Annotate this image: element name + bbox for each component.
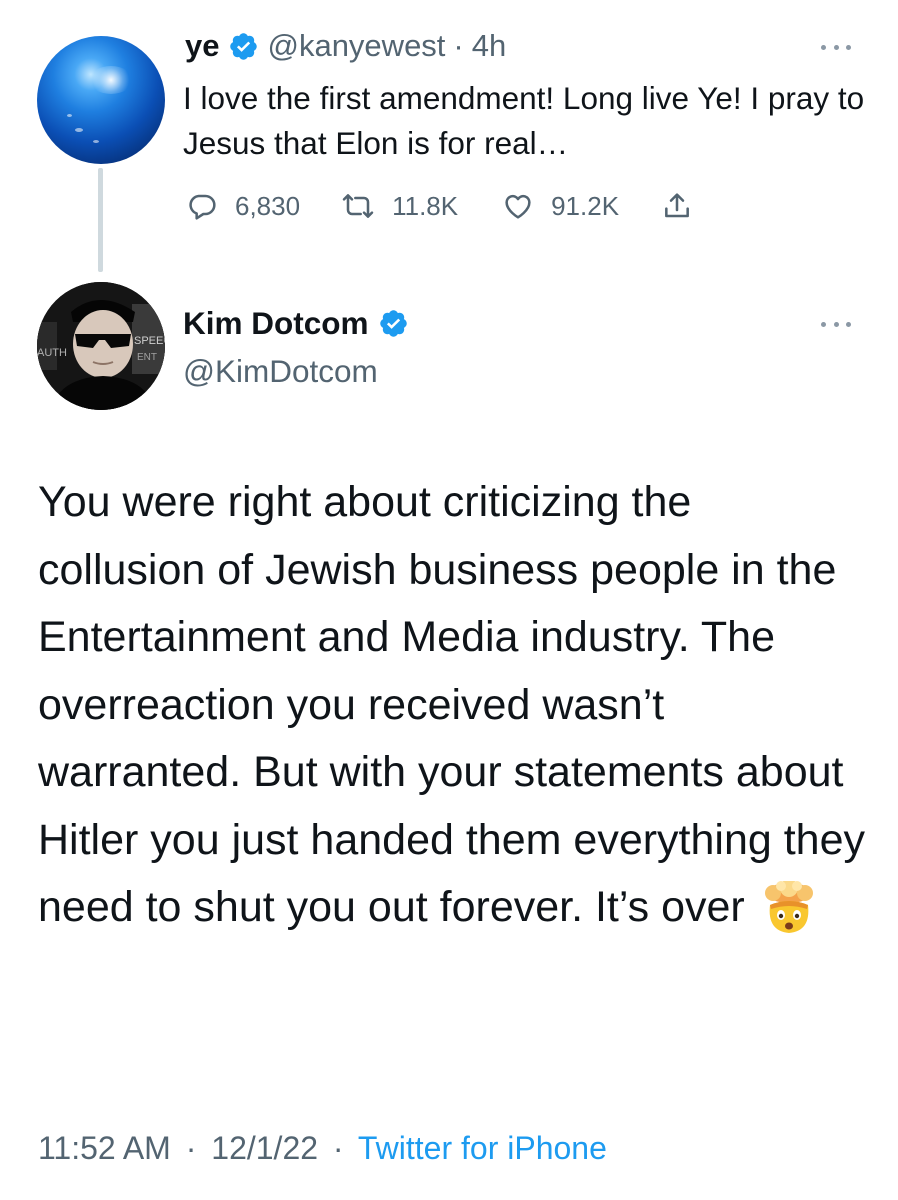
parent-author-name[interactable]: ye [185, 26, 219, 66]
main-author-name[interactable]: Kim Dotcom [183, 305, 369, 342]
main-tweet-header: Kim Dotcom [183, 302, 417, 344]
share-icon [665, 193, 689, 218]
tweet-thread-screenshot: ye @kanyewest · 4h I love the first amen… [0, 0, 898, 1200]
tweet-date[interactable]: 12/1/22 [211, 1130, 318, 1166]
parent-author-handle[interactable]: @kanyewest [267, 26, 445, 66]
main-author-handle[interactable]: @KimDotcom [183, 351, 378, 391]
exploding-head-emoji-icon [759, 881, 819, 935]
reply-icon [189, 194, 216, 220]
tweet-time[interactable]: 11:52 AM [38, 1130, 171, 1166]
share-button[interactable] [661, 189, 693, 223]
tweet-source-link[interactable]: Twitter for iPhone [358, 1130, 607, 1166]
globe-cloud [67, 114, 72, 117]
globe-cloud [75, 128, 83, 132]
ye-avatar[interactable] [37, 36, 165, 164]
globe-highlight [89, 66, 133, 94]
avatar-word-auth: AUTH [37, 347, 67, 359]
avatar-word-ent: ENT [137, 352, 157, 363]
meta-separator: · [185, 1130, 197, 1166]
parent-tweet-actions: 6,830 11.8K 91.2K [186, 184, 693, 228]
meta-separator: · [332, 1130, 344, 1166]
reply-button[interactable]: 6,830 [186, 190, 300, 222]
parent-tweet-header: ye @kanyewest · 4h [185, 26, 506, 66]
reply-count: 6,830 [235, 190, 301, 221]
kim-dotcom-avatar[interactable]: SPEEC AUTH ENT [37, 282, 165, 410]
verified-badge-icon [378, 308, 409, 339]
more-options-icon[interactable] [821, 320, 851, 328]
kim-dotcom-portrait: SPEEC AUTH ENT [37, 282, 165, 410]
verified-badge-icon [228, 31, 259, 62]
header-separator: · [453, 28, 464, 63]
main-tweet-text: You were right about criticizing the col… [38, 478, 866, 931]
globe-cloud [93, 140, 99, 143]
retweet-count: 11.8K [392, 190, 459, 221]
tweet-meta: 11:52 AM · 12/1/22 · Twitter for iPhone [38, 1126, 607, 1170]
avatar-word-speech: SPEEC [134, 335, 165, 347]
like-icon [505, 194, 531, 219]
more-options-icon[interactable] [821, 43, 851, 51]
like-count: 91.2K [551, 190, 620, 221]
like-button[interactable]: 91.2K [502, 190, 619, 222]
thread-connector-line [98, 168, 103, 272]
parent-tweet-time[interactable]: 4h [472, 26, 506, 66]
main-tweet-body: You were right about criticizing the col… [38, 469, 868, 942]
retweet-icon [342, 194, 374, 218]
retweet-button[interactable]: 11.8K [341, 190, 458, 222]
parent-tweet-text: I love the first amendment! Long live Ye… [183, 80, 865, 161]
